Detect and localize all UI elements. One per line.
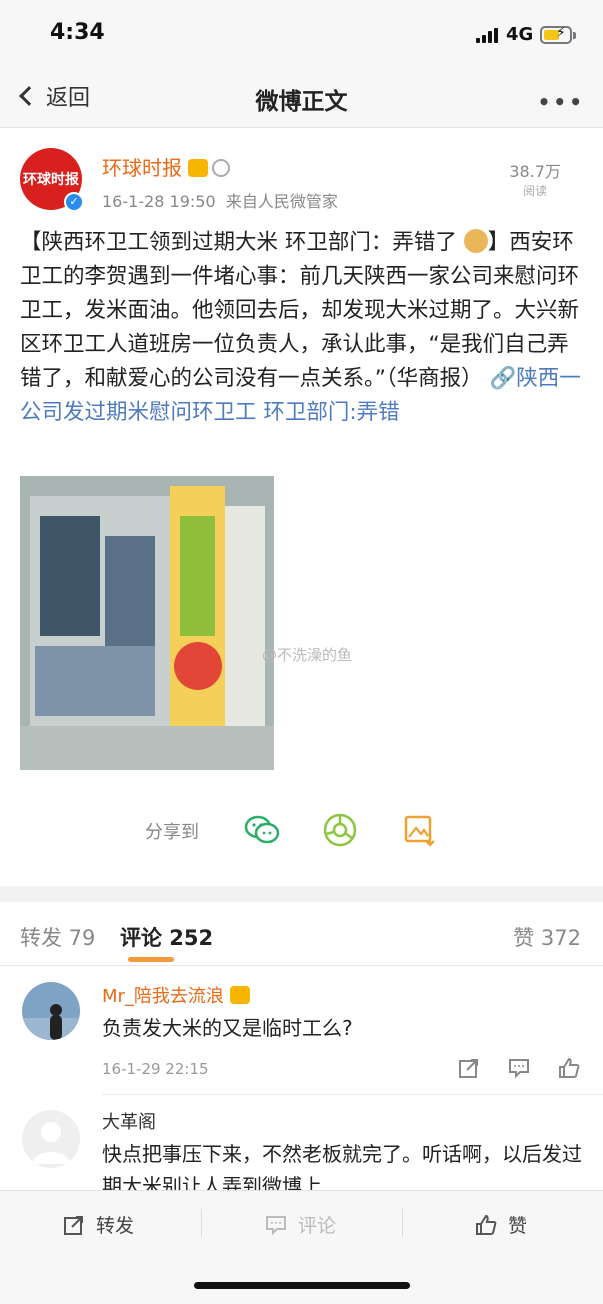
comment-label: 评论: [298, 1215, 337, 1237]
tab-likes[interactable]: 赞 372: [513, 922, 581, 952]
repost-label: 转发: [96, 1215, 135, 1237]
comment-item: 大革阁 快点把事压下来，不然老板就完了。听话啊，以后发过期大米别让人弄到微博上: [0, 1108, 603, 1190]
repost-icon: [64, 1215, 83, 1235]
home-indicator-area: [0, 1256, 603, 1304]
share-row: 分享到: [0, 808, 603, 852]
like-button[interactable]: 赞: [474, 1211, 527, 1238]
bottom-action-bar: 转发 评论 赞: [0, 1190, 603, 1256]
like-icon: [476, 1214, 497, 1235]
repost-button[interactable]: 转发: [62, 1211, 134, 1238]
commenter-name[interactable]: Mr_陪我去流浪: [102, 982, 250, 1008]
post-text: 【陕西环卫工领到过期大米 环卫部门：弄错了 】西安环卫工的李贺遇到一件堵心事：前…: [20, 229, 581, 425]
avatar-logo-text: 环球时报: [23, 172, 79, 188]
post-author: 环球时报 ✓ 环球时报 16-1-28 19:50 来自人民微管家 38.7万 …: [20, 148, 583, 212]
comment-text: 快点把事压下来，不然老板就完了。听话啊，以后发过期大米别让人弄到微博上: [102, 1142, 582, 1190]
comment-time: 16-1-29 22:15: [102, 1060, 209, 1078]
divider: [402, 1209, 403, 1237]
comment-text: 负责发大米的又是临时工么?: [102, 1016, 353, 1040]
comment-icon: [266, 1215, 286, 1235]
post-time: 16-1-28 19:50: [102, 192, 216, 211]
views-number: 38.7万: [509, 162, 561, 181]
doge-emoji-icon: [463, 229, 488, 253]
divider: [201, 1209, 202, 1237]
commenter-avatar[interactable]: [22, 982, 80, 1040]
comment-button[interactable]: 评论: [264, 1211, 336, 1238]
like-icon[interactable]: [557, 1056, 581, 1080]
verified-icon: ✓: [64, 192, 84, 212]
share-label: 分享到: [145, 822, 199, 843]
wechat-share-icon[interactable]: [244, 812, 280, 848]
commenter-avatar[interactable]: [22, 1110, 80, 1168]
view-count: 38.7万 阅读: [509, 158, 561, 199]
comment-actions: [457, 1056, 581, 1080]
vip-crown-icon: [188, 159, 208, 177]
image-watermark: @不洗澡的鱼: [262, 646, 353, 664]
like-label: 赞: [508, 1215, 528, 1237]
status-bar: 4:34 4G ⚡: [0, 0, 603, 70]
vip-crown-icon: [229, 986, 250, 1004]
signal-icon: [476, 27, 498, 43]
medal-icon: [212, 159, 230, 177]
battery-icon: ⚡: [540, 25, 576, 44]
repost-icon[interactable]: [457, 1056, 481, 1080]
post-meta: 16-1-28 19:50 来自人民微管家: [102, 188, 338, 212]
active-tab-indicator: [128, 957, 174, 962]
post-source: 来自人民微管家: [225, 192, 338, 211]
status-time: 4:34: [50, 20, 105, 45]
interaction-tabs: 转发 79 评论 252 赞 372: [0, 902, 603, 966]
commenter-name[interactable]: 大革阁: [102, 1108, 156, 1134]
page-title: 微博正文: [255, 89, 348, 115]
save-image-icon[interactable]: [402, 812, 438, 848]
comment-separator: [102, 1094, 603, 1095]
more-options-button[interactable]: •••: [538, 90, 585, 114]
tab-repost[interactable]: 转发 79: [20, 922, 95, 952]
post-headline: 【陕西环卫工领到过期大米 环卫部门：弄错了: [20, 230, 457, 255]
network-type: 4G: [506, 24, 534, 45]
section-divider: [0, 886, 603, 902]
views-label: 阅读: [523, 184, 548, 198]
post-image[interactable]: [20, 476, 274, 770]
tab-comments[interactable]: 评论 252: [120, 922, 213, 952]
moments-share-icon[interactable]: [322, 812, 358, 848]
comment-item: Mr_陪我去流浪 负责发大米的又是临时工么? 16-1-29 22:15: [0, 982, 603, 1102]
comment-icon[interactable]: [507, 1056, 531, 1080]
nav-bar: 返回 微博正文 •••: [0, 70, 603, 128]
home-indicator[interactable]: [194, 1282, 410, 1289]
author-name[interactable]: 环球时报: [102, 152, 230, 181]
